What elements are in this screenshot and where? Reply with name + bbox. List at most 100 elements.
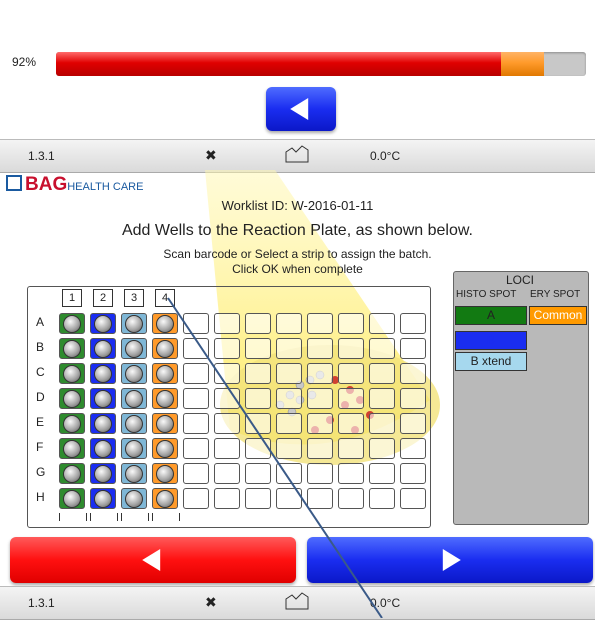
column-header-3[interactable]: 3 bbox=[124, 289, 144, 307]
well-D4[interactable] bbox=[152, 388, 178, 409]
well-A10[interactable] bbox=[338, 313, 364, 334]
well-F4[interactable] bbox=[152, 438, 178, 459]
well-A3[interactable] bbox=[121, 313, 147, 334]
well-F1[interactable] bbox=[59, 438, 85, 459]
well-D8[interactable] bbox=[276, 388, 302, 409]
loci-common-button[interactable]: Common bbox=[529, 306, 587, 325]
well-G2[interactable] bbox=[90, 463, 116, 484]
well-F5[interactable] bbox=[183, 438, 209, 459]
well-F7[interactable] bbox=[245, 438, 271, 459]
well-F8[interactable] bbox=[276, 438, 302, 459]
well-D9[interactable] bbox=[307, 388, 333, 409]
well-D12[interactable] bbox=[400, 388, 426, 409]
well-G12[interactable] bbox=[400, 463, 426, 484]
well-C9[interactable] bbox=[307, 363, 333, 384]
well-D7[interactable] bbox=[245, 388, 271, 409]
well-E4[interactable] bbox=[152, 413, 178, 434]
column-header-1[interactable]: 1 bbox=[62, 289, 82, 307]
well-C1[interactable] bbox=[59, 363, 85, 384]
well-C12[interactable] bbox=[400, 363, 426, 384]
well-G4[interactable] bbox=[152, 463, 178, 484]
well-F12[interactable] bbox=[400, 438, 426, 459]
well-E6[interactable] bbox=[214, 413, 240, 434]
well-G11[interactable] bbox=[369, 463, 395, 484]
well-B2[interactable] bbox=[90, 338, 116, 359]
well-C11[interactable] bbox=[369, 363, 395, 384]
well-G6[interactable] bbox=[214, 463, 240, 484]
well-D6[interactable] bbox=[214, 388, 240, 409]
well-H9[interactable] bbox=[307, 488, 333, 509]
well-G9[interactable] bbox=[307, 463, 333, 484]
well-E12[interactable] bbox=[400, 413, 426, 434]
back-button[interactable] bbox=[10, 537, 296, 583]
well-C3[interactable] bbox=[121, 363, 147, 384]
well-H3[interactable] bbox=[121, 488, 147, 509]
well-G1[interactable] bbox=[59, 463, 85, 484]
well-C4[interactable] bbox=[152, 363, 178, 384]
well-E1[interactable] bbox=[59, 413, 85, 434]
well-H12[interactable] bbox=[400, 488, 426, 509]
well-F6[interactable] bbox=[214, 438, 240, 459]
well-A4[interactable] bbox=[152, 313, 178, 334]
well-G3[interactable] bbox=[121, 463, 147, 484]
well-F10[interactable] bbox=[338, 438, 364, 459]
well-D2[interactable] bbox=[90, 388, 116, 409]
loci-bxtend-button[interactable]: B xtend bbox=[455, 352, 527, 371]
well-E9[interactable] bbox=[307, 413, 333, 434]
loci-b-button[interactable]: B bbox=[455, 331, 527, 350]
loci-a-button[interactable]: A bbox=[455, 306, 527, 325]
well-H2[interactable] bbox=[90, 488, 116, 509]
well-D5[interactable] bbox=[183, 388, 209, 409]
well-C8[interactable] bbox=[276, 363, 302, 384]
well-E5[interactable] bbox=[183, 413, 209, 434]
column-header-4[interactable]: 4 bbox=[155, 289, 175, 307]
well-G10[interactable] bbox=[338, 463, 364, 484]
well-D11[interactable] bbox=[369, 388, 395, 409]
well-E3[interactable] bbox=[121, 413, 147, 434]
well-F2[interactable] bbox=[90, 438, 116, 459]
well-C5[interactable] bbox=[183, 363, 209, 384]
well-A5[interactable] bbox=[183, 313, 209, 334]
well-B6[interactable] bbox=[214, 338, 240, 359]
well-B9[interactable] bbox=[307, 338, 333, 359]
well-E8[interactable] bbox=[276, 413, 302, 434]
well-A11[interactable] bbox=[369, 313, 395, 334]
well-E11[interactable] bbox=[369, 413, 395, 434]
well-A6[interactable] bbox=[214, 313, 240, 334]
well-F9[interactable] bbox=[307, 438, 333, 459]
next-button[interactable] bbox=[307, 537, 593, 583]
well-E7[interactable] bbox=[245, 413, 271, 434]
well-A7[interactable] bbox=[245, 313, 271, 334]
well-B10[interactable] bbox=[338, 338, 364, 359]
well-G5[interactable] bbox=[183, 463, 209, 484]
well-E2[interactable] bbox=[90, 413, 116, 434]
well-G7[interactable] bbox=[245, 463, 271, 484]
well-H4[interactable] bbox=[152, 488, 178, 509]
well-D1[interactable] bbox=[59, 388, 85, 409]
well-E10[interactable] bbox=[338, 413, 364, 434]
pin-icon[interactable]: ✖ bbox=[205, 594, 217, 611]
well-A9[interactable] bbox=[307, 313, 333, 334]
well-B7[interactable] bbox=[245, 338, 271, 359]
well-B12[interactable] bbox=[400, 338, 426, 359]
well-H10[interactable] bbox=[338, 488, 364, 509]
well-A12[interactable] bbox=[400, 313, 426, 334]
well-B4[interactable] bbox=[152, 338, 178, 359]
well-B8[interactable] bbox=[276, 338, 302, 359]
column-header-2[interactable]: 2 bbox=[93, 289, 113, 307]
well-B3[interactable] bbox=[121, 338, 147, 359]
well-H7[interactable] bbox=[245, 488, 271, 509]
well-C10[interactable] bbox=[338, 363, 364, 384]
well-F3[interactable] bbox=[121, 438, 147, 459]
well-C2[interactable] bbox=[90, 363, 116, 384]
well-H1[interactable] bbox=[59, 488, 85, 509]
well-H11[interactable] bbox=[369, 488, 395, 509]
graph-icon[interactable] bbox=[284, 591, 310, 614]
well-B1[interactable] bbox=[59, 338, 85, 359]
well-A1[interactable] bbox=[59, 313, 85, 334]
well-H8[interactable] bbox=[276, 488, 302, 509]
well-C7[interactable] bbox=[245, 363, 271, 384]
well-A8[interactable] bbox=[276, 313, 302, 334]
well-G8[interactable] bbox=[276, 463, 302, 484]
well-B5[interactable] bbox=[183, 338, 209, 359]
